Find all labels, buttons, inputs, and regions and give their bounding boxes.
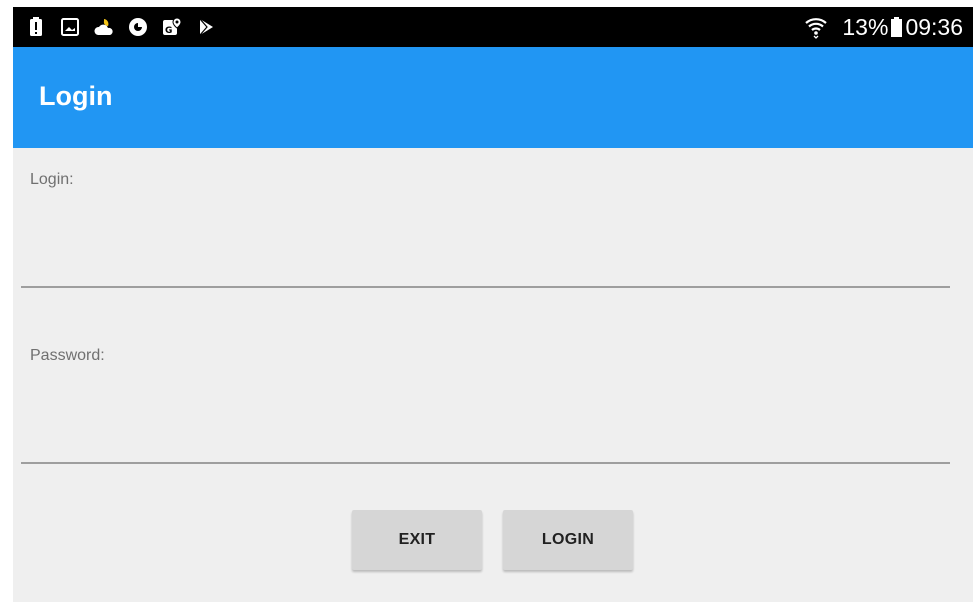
login-input[interactable] <box>21 252 950 288</box>
app-bar: Login <box>13 47 973 148</box>
password-input[interactable] <box>21 428 950 464</box>
status-bar: G 13% 09:36 <box>13 7 973 47</box>
sync-icon <box>127 16 149 38</box>
weather-icon <box>93 16 115 38</box>
login-button[interactable]: LOGIN <box>503 510 633 570</box>
clock: 09:36 <box>905 13 963 40</box>
battery-percent: 13% <box>842 13 889 40</box>
battery-icon <box>891 17 903 37</box>
login-label: Login: <box>30 171 74 188</box>
play-store-icon <box>195 16 217 38</box>
gallery-icon <box>59 16 81 38</box>
notification-icons: G <box>25 15 229 39</box>
device-screen: G 13% 09:36 Login Login: Password: EXIT … <box>13 7 973 602</box>
svg-text:G: G <box>165 26 172 36</box>
password-label: Password: <box>30 347 105 364</box>
maps-icon: G <box>161 16 183 38</box>
page-title: Login <box>39 81 113 111</box>
wifi-icon <box>805 18 828 39</box>
alert-icon <box>25 16 47 38</box>
status-indicators: 13% 09:36 <box>804 7 963 47</box>
exit-button[interactable]: EXIT <box>352 510 482 570</box>
